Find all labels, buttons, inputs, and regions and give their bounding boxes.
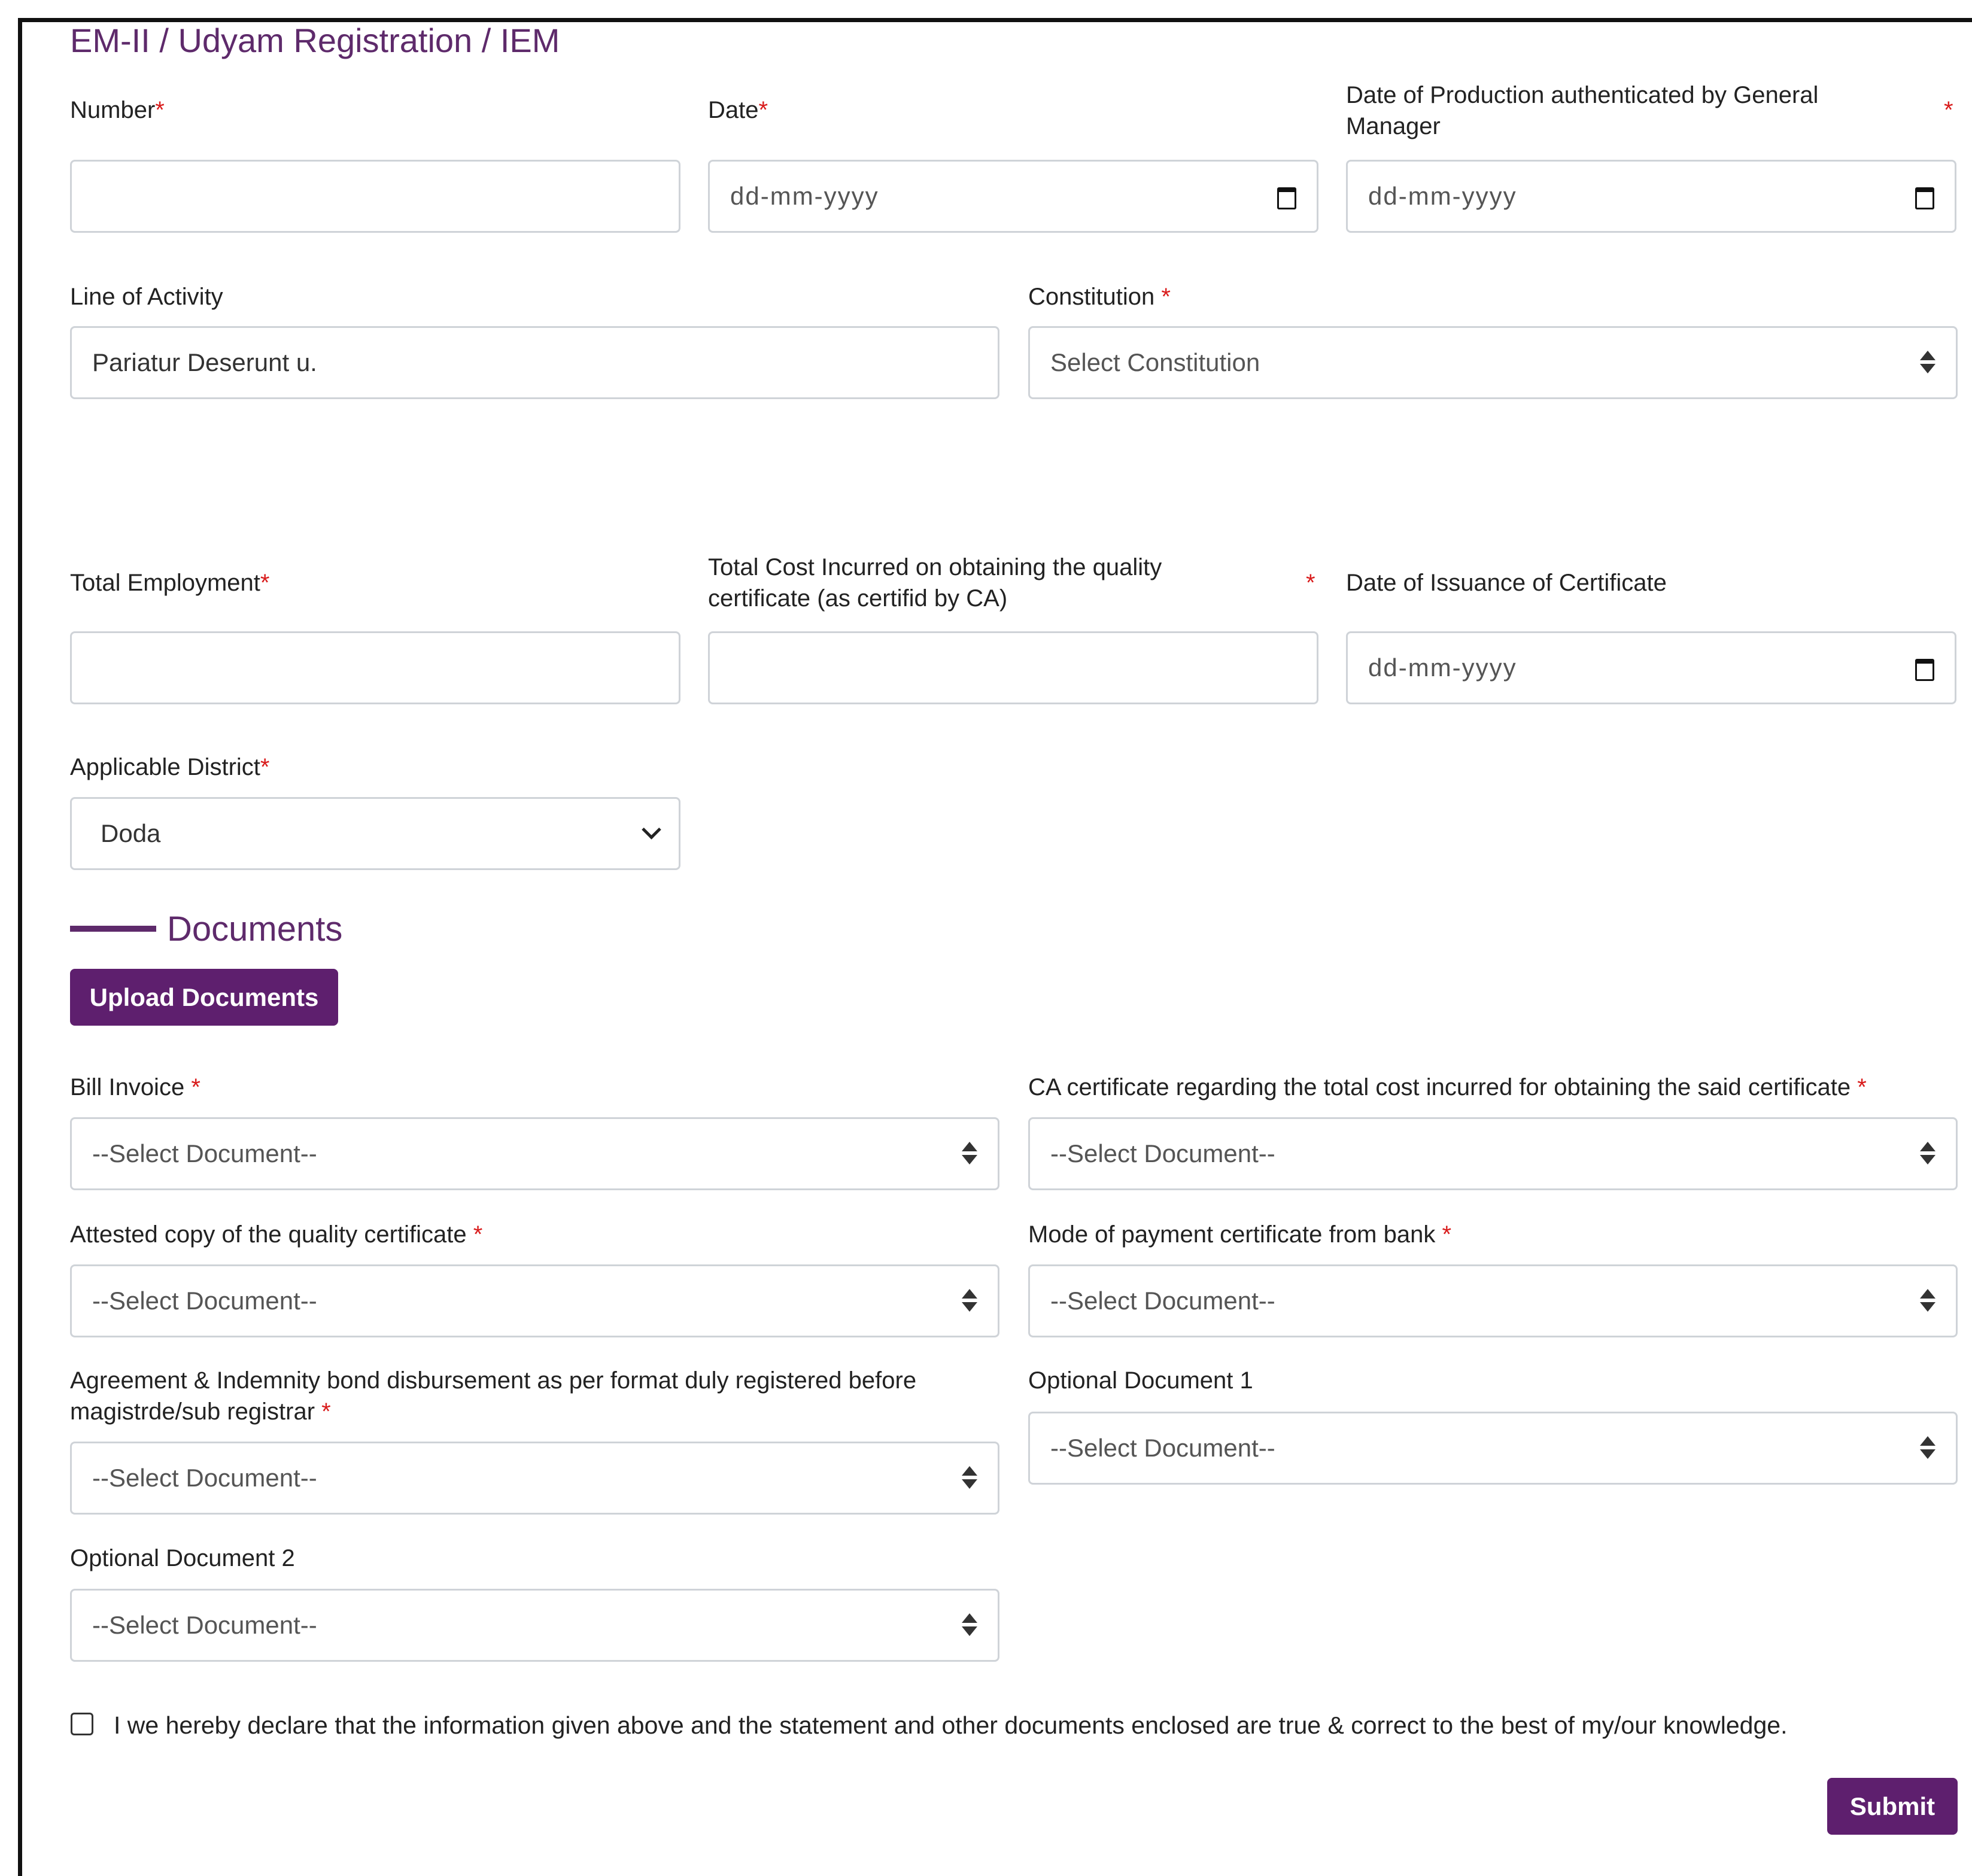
total-employment-input[interactable] <box>70 631 680 704</box>
section-divider <box>70 926 156 932</box>
chevron-down-icon <box>642 819 661 840</box>
calendar-icon[interactable] <box>1915 658 1934 681</box>
required-mark: * <box>321 1398 331 1425</box>
required-mark: * <box>1442 1221 1452 1248</box>
sort-updown-icon <box>1920 1288 1935 1314</box>
required-mark: * <box>1306 570 1315 596</box>
line-of-activity-input[interactable]: Pariatur Deserunt u. <box>70 326 999 399</box>
date-label: Date* <box>708 97 768 123</box>
ca-certificate-label: CA certificate regarding the total cost … <box>1028 1074 1867 1100</box>
declaration-text: I we hereby declare that the information… <box>114 1711 1788 1739</box>
required-mark: * <box>1944 97 1953 123</box>
optional-document-1-label: Optional Document 1 <box>1028 1367 1253 1394</box>
total-cost-input[interactable] <box>708 631 1318 704</box>
sort-updown-icon <box>962 1141 977 1167</box>
sort-updown-icon <box>962 1288 977 1314</box>
calendar-icon[interactable] <box>1277 186 1296 209</box>
date-input[interactable]: dd-mm-yyyy <box>708 160 1318 233</box>
submit-button[interactable]: Submit <box>1827 1778 1958 1835</box>
mode-of-payment-select[interactable]: --Select Document-- <box>1028 1264 1958 1337</box>
required-mark: * <box>191 1074 200 1100</box>
number-label: Number* <box>70 97 165 123</box>
required-mark: * <box>260 754 270 780</box>
mode-of-payment-label: Mode of payment certificate from bank * <box>1028 1221 1452 1248</box>
agreement-bond-select[interactable]: --Select Document-- <box>70 1442 999 1515</box>
optional-document-2-label: Optional Document 2 <box>70 1545 295 1571</box>
optional-document-2-select[interactable]: --Select Document-- <box>70 1589 999 1662</box>
section-title: EM-II / Udyam Registration / IEM <box>70 22 560 59</box>
bill-invoice-select[interactable]: --Select Document-- <box>70 1117 999 1190</box>
applicable-district-select[interactable]: Doda <box>70 797 680 870</box>
attested-copy-select[interactable]: --Select Document-- <box>70 1264 999 1337</box>
optional-document-1-select[interactable]: --Select Document-- <box>1028 1412 1958 1485</box>
date-production-label: Date of Production authenticated by Gene… <box>1346 82 1819 139</box>
sort-updown-icon <box>1920 1141 1935 1167</box>
attested-copy-label: Attested copy of the quality certificate… <box>70 1221 483 1248</box>
number-input[interactable] <box>70 160 680 233</box>
sort-updown-icon <box>962 1465 977 1491</box>
sort-updown-icon <box>1920 349 1935 376</box>
required-mark: * <box>1857 1074 1867 1100</box>
line-of-activity-label: Line of Activity <box>70 284 223 310</box>
date-issuance-label: Date of Issuance of Certificate <box>1346 570 1667 596</box>
upload-documents-button[interactable]: Upload Documents <box>70 969 338 1026</box>
applicable-district-label: Applicable District* <box>70 754 270 780</box>
date-production-input[interactable]: dd-mm-yyyy <box>1346 160 1956 233</box>
date-issuance-input[interactable]: dd-mm-yyyy <box>1346 631 1956 704</box>
required-mark: * <box>155 97 165 123</box>
documents-title: Documents <box>167 910 343 948</box>
required-mark: * <box>473 1221 483 1248</box>
required-mark: * <box>1161 284 1171 310</box>
window-left-border <box>18 18 22 1876</box>
required-mark: * <box>758 97 768 123</box>
sort-updown-icon <box>962 1612 977 1638</box>
calendar-icon[interactable] <box>1915 186 1934 209</box>
declaration-checkbox[interactable] <box>71 1713 93 1735</box>
constitution-label: Constitution * <box>1028 284 1171 310</box>
required-mark: * <box>260 570 270 596</box>
total-employment-label: Total Employment* <box>70 570 270 596</box>
ca-certificate-select[interactable]: --Select Document-- <box>1028 1117 1958 1190</box>
sort-updown-icon <box>1920 1435 1935 1461</box>
bill-invoice-label: Bill Invoice * <box>70 1074 200 1100</box>
agreement-bond-label: Agreement & Indemnity bond disbursement … <box>70 1367 917 1425</box>
total-cost-label: Total Cost Incurred on obtaining the qua… <box>708 554 1162 612</box>
constitution-select[interactable]: Select Constitution <box>1028 326 1958 399</box>
